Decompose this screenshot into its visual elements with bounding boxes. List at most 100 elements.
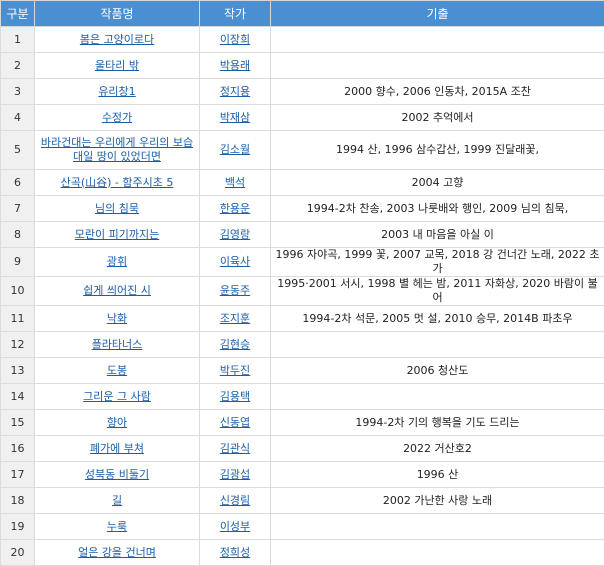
author-link[interactable]: 한용운	[220, 202, 250, 215]
title-cell: 모란이 피기까지는	[35, 222, 200, 248]
table-row: 15 향아 신동엽 1994-2차 기의 행복을 기도 드리는	[1, 410, 604, 436]
author-link[interactable]: 백석	[225, 176, 245, 189]
title-link[interactable]: 쉽게 씌어진 시	[83, 284, 151, 297]
title-link[interactable]: 얼은 강을 건너며	[78, 546, 156, 559]
title-link[interactable]: 울타리 밖	[95, 59, 139, 72]
row-number: 20	[1, 540, 35, 566]
title-link[interactable]: 성북동 비둘기	[85, 468, 149, 481]
exam-cell	[271, 514, 604, 540]
table-body: 1봄은 고양이로다이장희2울타리 밖박용래3유리창1정지용2000 향수, 20…	[1, 27, 604, 566]
author-link[interactable]: 박용래	[220, 59, 250, 72]
exam-cell	[271, 27, 604, 53]
title-link[interactable]: 그리운 그 사람	[83, 390, 151, 403]
header-row: 구분 작품명 작가 기출	[1, 1, 604, 27]
title-link[interactable]: 길	[112, 494, 122, 507]
author-link[interactable]: 김소월	[220, 143, 250, 156]
author-cell: 정지용	[200, 79, 271, 105]
author-cell: 이육사	[200, 248, 271, 277]
table-row: 12 플라타너스 김현승	[1, 332, 604, 358]
title-link[interactable]: 누룩	[107, 520, 127, 533]
title-link[interactable]: 유리창1	[98, 85, 135, 98]
author-cell: 박용래	[200, 53, 271, 79]
row-number: 14	[1, 384, 35, 410]
author-link[interactable]: 김현승	[220, 338, 250, 351]
title-link[interactable]: 님의 침묵	[95, 202, 139, 215]
title-link[interactable]: 모란이 피기까지는	[75, 228, 159, 241]
row-number: 12	[1, 332, 35, 358]
title-cell: 성북동 비둘기	[35, 462, 200, 488]
table-row: 4 수정가 박재삼 2002 추억에서	[1, 105, 604, 131]
row-number: 13	[1, 358, 35, 384]
title-cell: 향아	[35, 410, 200, 436]
table-row: 19누룩이성부	[1, 514, 604, 540]
poem-exam-table: 구분 작품명 작가 기출 1봄은 고양이로다이장희2울타리 밖박용래3유리창1정…	[0, 0, 604, 566]
exam-cell: 1996 산	[271, 462, 604, 488]
exam-cell: 2006 청산도	[271, 358, 604, 384]
title-link[interactable]: 향아	[107, 416, 127, 429]
row-number: 1	[1, 27, 35, 53]
author-link[interactable]: 조지훈	[220, 312, 250, 325]
title-link[interactable]: 플라타너스	[92, 338, 143, 351]
table-header: 구분 작품명 작가 기출	[1, 1, 604, 27]
title-cell: 봄은 고양이로다	[35, 27, 200, 53]
row-number: 4	[1, 105, 35, 131]
title-link[interactable]: 수정가	[102, 111, 132, 124]
row-number: 7	[1, 196, 35, 222]
exam-cell: 2002 추억에서	[271, 105, 604, 131]
author-link[interactable]: 신동엽	[220, 416, 250, 429]
table-row: 18길신경림2002 가난한 사랑 노래	[1, 488, 604, 514]
title-cell: 폐가에 부쳐	[35, 436, 200, 462]
table-row: 14 그리운 그 사람 김용택	[1, 384, 604, 410]
author-cell: 윤동주	[200, 277, 271, 306]
title-cell: 얼은 강을 건너며	[35, 540, 200, 566]
row-number: 15	[1, 410, 35, 436]
title-link[interactable]: 산곡(山谷) - 함주시초 5	[61, 176, 174, 189]
title-link[interactable]: 폐가에 부쳐	[90, 442, 144, 455]
author-cell: 신경림	[200, 488, 271, 514]
table-row: 6산곡(山谷) - 함주시초 5백석2004 고향	[1, 170, 604, 196]
exam-cell: 1994-2차 기의 행복을 기도 드리는	[271, 410, 604, 436]
author-cell: 김광섭	[200, 462, 271, 488]
header-title: 작품명	[35, 1, 200, 27]
exam-cell: 1994 산, 1996 삼수갑산, 1999 진달래꽃,	[271, 131, 604, 170]
title-link[interactable]: 낙화	[107, 312, 127, 325]
author-cell: 김현승	[200, 332, 271, 358]
author-cell: 이장희	[200, 27, 271, 53]
exam-cell: 2004 고향	[271, 170, 604, 196]
author-link[interactable]: 김광섭	[220, 468, 250, 481]
table-row: 1 봄은 고양이로다 이장희	[1, 27, 604, 53]
author-link[interactable]: 박두진	[220, 364, 250, 377]
author-link[interactable]: 김영랑	[220, 228, 250, 241]
author-link[interactable]: 김용택	[220, 390, 250, 403]
author-link[interactable]: 정지용	[220, 85, 250, 98]
row-number: 18	[1, 488, 35, 514]
author-link[interactable]: 박재삼	[220, 111, 250, 124]
author-link[interactable]: 정희성	[220, 546, 250, 559]
row-number: 2	[1, 53, 35, 79]
exam-cell	[271, 53, 604, 79]
author-link[interactable]: 이장희	[220, 33, 250, 46]
title-link[interactable]: 광휘	[107, 255, 127, 268]
table-row: 11낙화조지훈1994-2차 석문, 2005 멋 설, 2010 승무, 20…	[1, 306, 604, 332]
row-number: 5	[1, 131, 35, 170]
author-link[interactable]: 윤동주	[220, 284, 250, 297]
title-cell: 도봉	[35, 358, 200, 384]
author-link[interactable]: 김관식	[220, 442, 250, 455]
title-cell: 수정가	[35, 105, 200, 131]
row-number: 11	[1, 306, 35, 332]
author-cell: 이성부	[200, 514, 271, 540]
title-link[interactable]: 봄은 고양이로다	[80, 33, 154, 46]
author-link[interactable]: 이육사	[220, 255, 250, 268]
exam-cell: 2022 거산호2	[271, 436, 604, 462]
author-link[interactable]: 신경림	[220, 494, 250, 507]
author-cell: 박두진	[200, 358, 271, 384]
exam-cell: 2003 내 마음을 아실 이	[271, 222, 604, 248]
title-link[interactable]: 바라건대는 우리에게 우리의 보습 대일 땅이 있었더면	[41, 136, 193, 163]
title-cell: 울타리 밖	[35, 53, 200, 79]
author-link[interactable]: 이성부	[220, 520, 250, 533]
title-cell: 쉽게 씌어진 시	[35, 277, 200, 306]
author-cell: 김소월	[200, 131, 271, 170]
table-row: 17성북동 비둘기김광섭1996 산	[1, 462, 604, 488]
title-cell: 산곡(山谷) - 함주시초 5	[35, 170, 200, 196]
title-link[interactable]: 도봉	[107, 364, 127, 377]
